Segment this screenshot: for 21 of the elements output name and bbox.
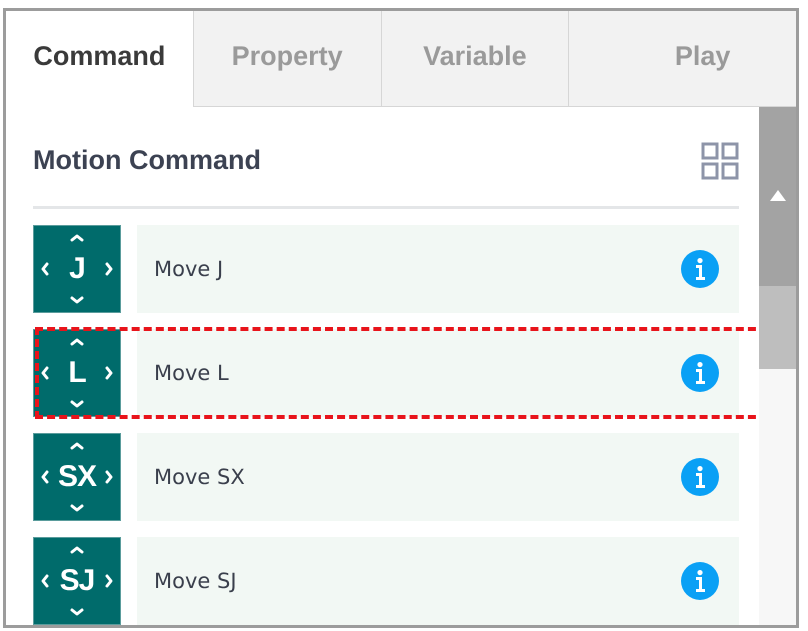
grid-view-icon[interactable] (701, 142, 739, 180)
scrollbar[interactable] (759, 107, 796, 625)
icon-letter: SX (56, 459, 98, 495)
icon-letter: SJ (58, 563, 96, 599)
move-command-item[interactable]: Move L (137, 329, 739, 417)
icon-letter: J (68, 251, 86, 287)
section-title: Motion Command (33, 145, 261, 176)
icon-letter: L (67, 355, 87, 391)
info-icon[interactable] (681, 250, 719, 288)
motion-command-icon[interactable]: L (33, 329, 121, 417)
info-icon[interactable] (681, 354, 719, 392)
info-icon[interactable] (681, 562, 719, 600)
motion-command-icon[interactable]: SX (33, 433, 121, 521)
scroll-thumb[interactable] (759, 286, 796, 369)
move-command-item[interactable]: Move SX (137, 433, 739, 521)
motion-command-icon[interactable]: SJ (33, 537, 121, 625)
info-icon[interactable] (681, 458, 719, 496)
scroll-up-icon[interactable] (770, 190, 786, 201)
motion-command-icon[interactable]: J (33, 225, 121, 313)
move-command-item[interactable]: Move J (137, 225, 739, 313)
move-command-item[interactable]: Move SJ (137, 537, 739, 625)
